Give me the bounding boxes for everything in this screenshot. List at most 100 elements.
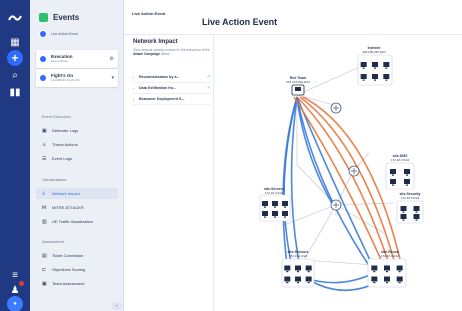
live-event-icon xyxy=(39,30,47,38)
computer-stand-icon xyxy=(264,206,266,208)
computer-icon xyxy=(384,276,390,282)
security-ip: 172.16.5.0/24 xyxy=(401,196,420,200)
computer-stand-icon xyxy=(406,184,408,186)
security-cluster xyxy=(396,200,424,224)
matrix-icon: Ⅿ xyxy=(42,204,47,211)
computer-icon xyxy=(262,211,268,216)
app-title: Events xyxy=(53,13,80,22)
red-team-computer-icon xyxy=(295,87,301,91)
app-logo-icon[interactable] xyxy=(7,10,23,26)
map-link xyxy=(303,204,337,261)
computer-icon xyxy=(404,169,410,174)
chevron-down-icon[interactable]: ▾ xyxy=(111,75,114,81)
computer-stand-icon xyxy=(415,219,418,221)
grid-icon[interactable]: ▦ xyxy=(7,34,23,50)
sidebar-header: Events xyxy=(39,13,79,22)
computer-stand-icon xyxy=(374,79,376,81)
sword-icon: ⚔ xyxy=(42,141,47,148)
network-map[interactable]: Internet 209.200.250.0/24 Red Team 215.216.… xyxy=(214,35,462,311)
log-icon: ☰ xyxy=(42,155,47,162)
computer-icon xyxy=(390,169,396,174)
search-icon[interactable]: ⌕ xyxy=(7,67,23,83)
phase-sub: Event Phase xyxy=(51,59,69,63)
nav-mitre-attack[interactable]: Ⅿ MITRE ATT&CK® xyxy=(36,202,118,213)
computer-stand-icon xyxy=(284,206,286,208)
ticket-icon: ▤ xyxy=(42,252,47,259)
internet-ip: 209.200.250.0/24 xyxy=(362,50,386,54)
computer-icon xyxy=(384,265,390,271)
computer-icon xyxy=(272,211,278,216)
list-item[interactable]: › Data Exfiltration fro... ✓ xyxy=(133,83,211,94)
phase-icon xyxy=(40,56,46,62)
status-icon xyxy=(40,75,46,81)
computer-stand-icon xyxy=(386,271,388,273)
nav-network-impact[interactable]: ⅄ Network Impact xyxy=(36,188,118,199)
computer-icon xyxy=(371,276,378,282)
panel-description: View network activity involved in the ex… xyxy=(133,48,210,57)
computer-stand-icon xyxy=(286,282,289,284)
computer-stand-icon xyxy=(373,282,376,284)
target-icon: ⊏ xyxy=(42,266,47,273)
check-icon: ✓ xyxy=(206,74,211,80)
computer-icon xyxy=(400,206,407,211)
computer-stand-icon xyxy=(392,184,394,186)
computer-stand-icon xyxy=(286,271,289,273)
list-item[interactable]: › Beaconer Deployment S... xyxy=(133,94,211,105)
computer-icon xyxy=(284,265,291,271)
nav-ue-traffic[interactable]: ▥ UE Traffic Visualization xyxy=(36,216,118,227)
computer-icon xyxy=(360,74,367,79)
computer-stand-icon xyxy=(398,282,401,284)
nav-ticket-correlation[interactable]: ▤ Ticket Correlation xyxy=(36,250,118,261)
computer-stand-icon xyxy=(398,271,401,273)
shield-icon: ▣ xyxy=(42,127,47,134)
library-icon[interactable]: ▮▮ xyxy=(7,84,23,100)
computer-icon xyxy=(284,276,291,282)
computer-icon xyxy=(371,265,378,271)
computer-icon xyxy=(272,201,278,206)
network-map-canvas: Internet209.200.250.0/24Red Team215.216.… xyxy=(259,46,424,292)
computer-icon xyxy=(360,62,367,67)
computer-stand-icon xyxy=(297,282,299,284)
panel-title: Network Impact xyxy=(133,39,178,45)
computer-icon xyxy=(383,62,390,67)
computer-stand-icon xyxy=(274,206,276,208)
team-icon: ▣ xyxy=(42,280,47,287)
chart-icon: ▥ xyxy=(42,218,47,225)
map-link xyxy=(303,259,375,266)
computer-stand-icon xyxy=(297,271,299,273)
nav-defender-logs[interactable]: ▣ Defender Logs xyxy=(36,125,118,136)
blue-traffic-path xyxy=(296,96,335,208)
section-title-visualizations: Visualizations xyxy=(42,177,67,182)
phase-card[interactable]: Execution Event Phase ⚙ xyxy=(36,50,118,68)
avatar[interactable]: ● xyxy=(7,296,23,311)
list-item[interactable]: › Reconnaissance by a... ✓ xyxy=(133,72,211,83)
computer-stand-icon xyxy=(362,79,365,81)
status-card[interactable]: Fight's On 12/20/2023 10:21 AM ▾ xyxy=(36,69,118,87)
computer-stand-icon xyxy=(274,216,276,218)
computer-stand-icon xyxy=(386,282,388,284)
add-icon[interactable]: + xyxy=(7,50,23,66)
breadcrumb[interactable]: Live Action Event xyxy=(132,11,165,16)
computer-stand-icon xyxy=(406,174,408,176)
computer-stand-icon xyxy=(385,67,388,69)
computer-stand-icon xyxy=(307,282,310,284)
computer-icon xyxy=(396,276,403,282)
computer-stand-icon xyxy=(374,67,376,69)
computer-stand-icon xyxy=(307,271,310,273)
recon-ip: 172.16.4.0/24 xyxy=(381,254,400,258)
nav-team-assessment[interactable]: ▣ Team Assessment xyxy=(36,278,118,289)
sidebar: Events Live Action Event Execution Event… xyxy=(30,0,124,311)
nav-threat-actions[interactable]: ⚔ Threat Actions xyxy=(36,139,118,150)
collapse-sidebar-button[interactable]: ‹ xyxy=(112,302,122,310)
nav-event-logs[interactable]: ☰ Event Logs xyxy=(36,153,118,164)
live-event-row[interactable]: Live Action Event xyxy=(39,30,78,38)
gear-icon[interactable]: ⚙ xyxy=(110,56,114,62)
computer-icon xyxy=(282,211,288,216)
computer-icon xyxy=(295,265,301,271)
computer-stand-icon xyxy=(264,216,266,218)
computer-stand-icon xyxy=(402,219,405,221)
computer-icon xyxy=(383,74,390,79)
computer-icon xyxy=(390,179,396,184)
computer-icon xyxy=(305,265,312,271)
nav-objectives-scoring[interactable]: ⊏ Objectives Scoring xyxy=(36,264,118,275)
